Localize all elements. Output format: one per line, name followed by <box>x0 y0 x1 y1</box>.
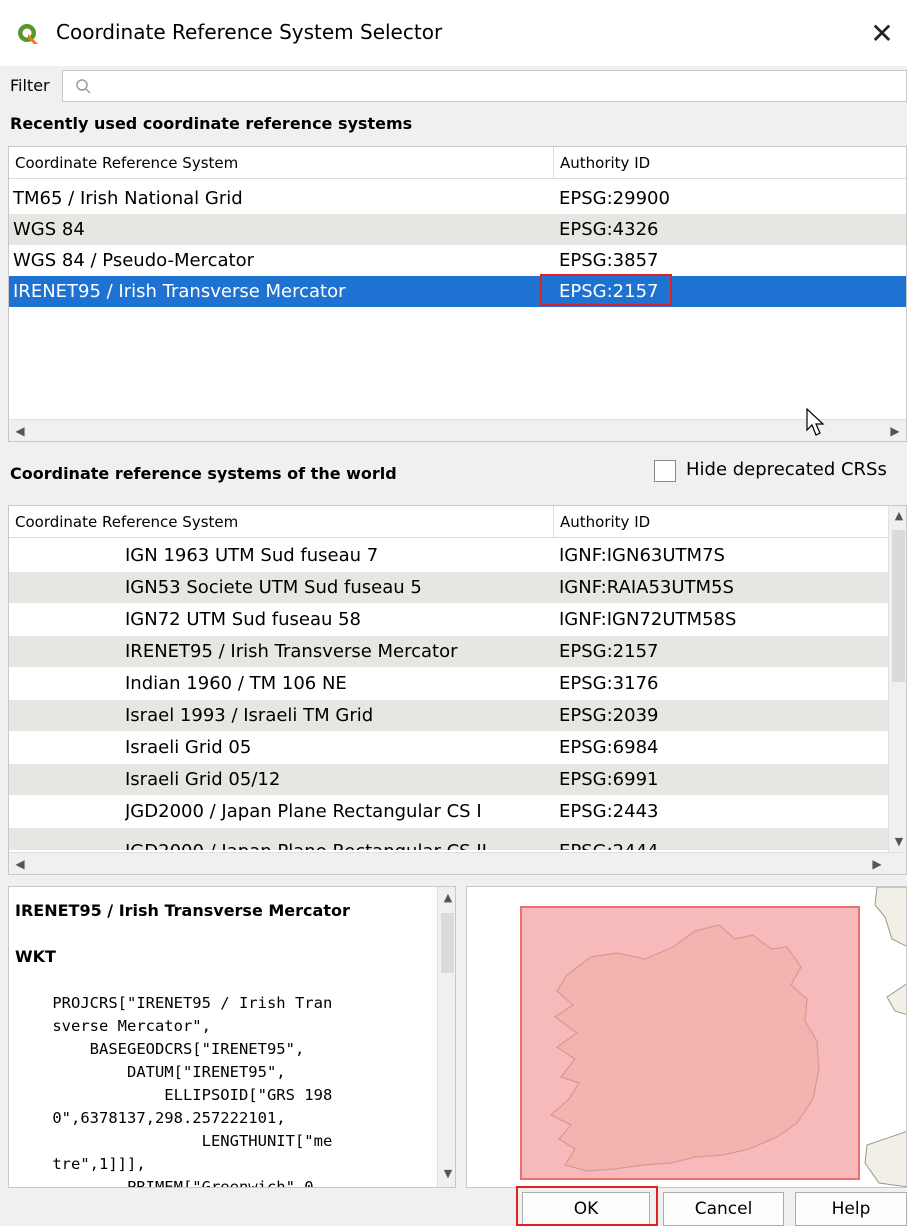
authority-id: EPSG:3176 <box>559 673 659 694</box>
authority-id: EPSG:2157 <box>559 641 659 662</box>
crs-details-panel[interactable]: IRENET95 / Irish Transverse Mercator WKT… <box>8 886 456 1188</box>
wkt-vertical-scrollbar[interactable]: ▲ ▼ <box>437 887 455 1187</box>
authority-id: EPSG:29900 <box>559 188 670 209</box>
filter-label: Filter <box>10 76 50 95</box>
mouse-cursor-icon <box>806 408 825 436</box>
authority-id: EPSG:6991 <box>559 769 659 790</box>
authority-id: EPSG:2039 <box>559 705 659 726</box>
world-row[interactable]: JGD2000 / Japan Plane Rectangular CS II … <box>9 828 906 850</box>
scroll-right-icon[interactable]: ▶ <box>884 420 906 441</box>
authority-id: IGNF:IGN63UTM7S <box>559 545 725 566</box>
crs-name: JGD2000 / Japan Plane Rectangular CS I <box>125 801 482 822</box>
recent-row[interactable]: WGS 84 EPSG:4326 <box>9 214 906 245</box>
wkt-line: tre",1]]], <box>15 1155 146 1173</box>
recent-row-selected[interactable]: IRENET95 / Irish Transverse Mercator EPS… <box>9 276 906 307</box>
crs-name: Indian 1960 / TM 106 NE <box>125 673 347 694</box>
recent-crs-table: Coordinate Reference System Authority ID… <box>8 146 907 442</box>
scroll-thumb[interactable] <box>441 913 454 973</box>
world-crs-title: Coordinate reference systems of the worl… <box>10 464 397 483</box>
recent-table-header: Coordinate Reference System Authority ID <box>9 147 906 179</box>
world-row[interactable]: Israel 1993 / Israeli TM Grid EPSG:2039 <box>9 700 906 731</box>
recent-row[interactable]: WGS 84 / Pseudo-Mercator EPSG:3857 <box>9 245 906 276</box>
wkt-heading: WKT <box>15 947 56 966</box>
world-row[interactable]: JGD2000 / Japan Plane Rectangular CS I E… <box>9 796 906 827</box>
world-row[interactable]: IRENET95 / Irish Transverse Mercator EPS… <box>9 636 906 667</box>
wkt-line: 0",6378137,298.257222101, <box>15 1109 286 1127</box>
wkt-line: ELLIPSOID["GRS 198 <box>15 1086 333 1104</box>
hide-deprecated-checkbox[interactable] <box>654 460 676 482</box>
scroll-up-icon[interactable]: ▲ <box>889 506 906 526</box>
world-row[interactable]: Israeli Grid 05/12 EPSG:6991 <box>9 764 906 795</box>
authority-id: IGNF:IGN72UTM58S <box>559 609 737 630</box>
world-row[interactable]: Israeli Grid 05 EPSG:6984 <box>9 732 906 763</box>
scroll-left-icon[interactable]: ◀ <box>9 420 31 441</box>
crs-name: IGN 1963 UTM Sud fuseau 7 <box>125 545 379 566</box>
recent-horizontal-scrollbar[interactable]: ◀ ▶ <box>9 419 906 441</box>
qgis-logo-icon <box>18 24 38 44</box>
recent-crs-title: Recently used coordinate reference syste… <box>10 114 413 133</box>
crs-name: WGS 84 / Pseudo-Mercator <box>13 250 254 271</box>
authority-id: EPSG:4326 <box>559 219 659 240</box>
column-header-authority-id[interactable]: Authority ID <box>553 506 888 538</box>
help-button[interactable]: Help <box>795 1192 907 1226</box>
window-title: Coordinate Reference System Selector <box>56 20 443 44</box>
authority-id: EPSG:3857 <box>559 250 659 271</box>
crs-name: IRENET95 / Irish Transverse Mercator <box>13 281 346 302</box>
world-vertical-scrollbar[interactable]: ▲ ▼ <box>888 506 906 852</box>
world-row[interactable]: IGN72 UTM Sud fuseau 58 IGNF:IGN72UTM58S <box>9 604 906 635</box>
scroll-left-icon[interactable]: ◀ <box>9 853 31 874</box>
close-button[interactable]: ✕ <box>862 14 902 54</box>
world-row[interactable]: IGN 1963 UTM Sud fuseau 7 IGNF:IGN63UTM7… <box>9 540 906 571</box>
authority-id: EPSG:6984 <box>559 737 659 758</box>
world-row[interactable]: Indian 1960 / TM 106 NE EPSG:3176 <box>9 668 906 699</box>
column-header-authority-id[interactable]: Authority ID <box>553 147 906 179</box>
column-header-crs[interactable]: Coordinate Reference System <box>9 506 553 538</box>
filter-input[interactable] <box>62 70 907 102</box>
scroll-down-icon[interactable]: ▼ <box>438 1167 455 1185</box>
scroll-up-icon[interactable]: ▲ <box>438 891 455 909</box>
crs-name: IGN53 Societe UTM Sud fuseau 5 <box>125 577 422 598</box>
wkt-line: PRIMEM["Greenwich",0, <box>15 1178 323 1188</box>
ireland-map-icon <box>520 887 906 1187</box>
wkt-line: BASEGEODCRS["IRENET95", <box>15 1040 305 1058</box>
authority-id: EPSG:2444 <box>559 836 658 850</box>
search-icon <box>76 79 91 94</box>
wkt-line: sverse Mercator", <box>15 1017 211 1035</box>
crs-name: Israeli Grid 05/12 <box>125 769 281 790</box>
world-row[interactable]: IGN53 Societe UTM Sud fuseau 5 IGNF:RAIA… <box>9 572 906 603</box>
world-horizontal-scrollbar[interactable]: ◀ ▶ <box>9 852 906 874</box>
hide-deprecated-label: Hide deprecated CRSs <box>686 459 887 480</box>
wkt-line: PROJCRS["IRENET95 / Irish Tran <box>15 994 333 1012</box>
wkt-text: PROJCRS["IRENET95 / Irish Tran sverse Me… <box>15 969 333 1188</box>
ok-button-highlight <box>516 1186 658 1226</box>
world-table-header: Coordinate Reference System Authority ID <box>9 506 906 538</box>
scroll-right-icon[interactable]: ▶ <box>866 853 888 874</box>
filter-row: Filter <box>0 66 907 106</box>
crs-extent-map[interactable] <box>466 886 907 1188</box>
crs-name: Israel 1993 / Israeli TM Grid <box>125 705 374 726</box>
wkt-line: LENGTHUNIT["me <box>15 1132 333 1150</box>
wkt-line: DATUM["IRENET95", <box>15 1063 286 1081</box>
scroll-thumb[interactable] <box>892 530 905 682</box>
authority-id-highlight <box>540 274 672 306</box>
crs-name: IRENET95 / Irish Transverse Mercator <box>125 641 458 662</box>
world-crs-table: Coordinate Reference System Authority ID… <box>8 505 907 875</box>
crs-name: WGS 84 <box>13 219 85 240</box>
authority-id: IGNF:RAIA53UTM5S <box>559 577 734 598</box>
crs-name: TM65 / Irish National Grid <box>13 188 243 209</box>
scroll-down-icon[interactable]: ▼ <box>889 832 906 852</box>
crs-name: JGD2000 / Japan Plane Rectangular CS II <box>125 836 487 850</box>
crs-name: IGN72 UTM Sud fuseau 58 <box>125 609 362 630</box>
selected-crs-name: IRENET95 / Irish Transverse Mercator <box>15 901 350 920</box>
crs-name: Israeli Grid 05 <box>125 737 252 758</box>
cancel-button[interactable]: Cancel <box>663 1192 784 1226</box>
column-header-crs[interactable]: Coordinate Reference System <box>9 147 553 179</box>
title-bar: Coordinate Reference System Selector ✕ <box>0 0 907 66</box>
recent-row[interactable]: TM65 / Irish National Grid EPSG:29900 <box>9 183 906 214</box>
authority-id: EPSG:2443 <box>559 801 659 822</box>
